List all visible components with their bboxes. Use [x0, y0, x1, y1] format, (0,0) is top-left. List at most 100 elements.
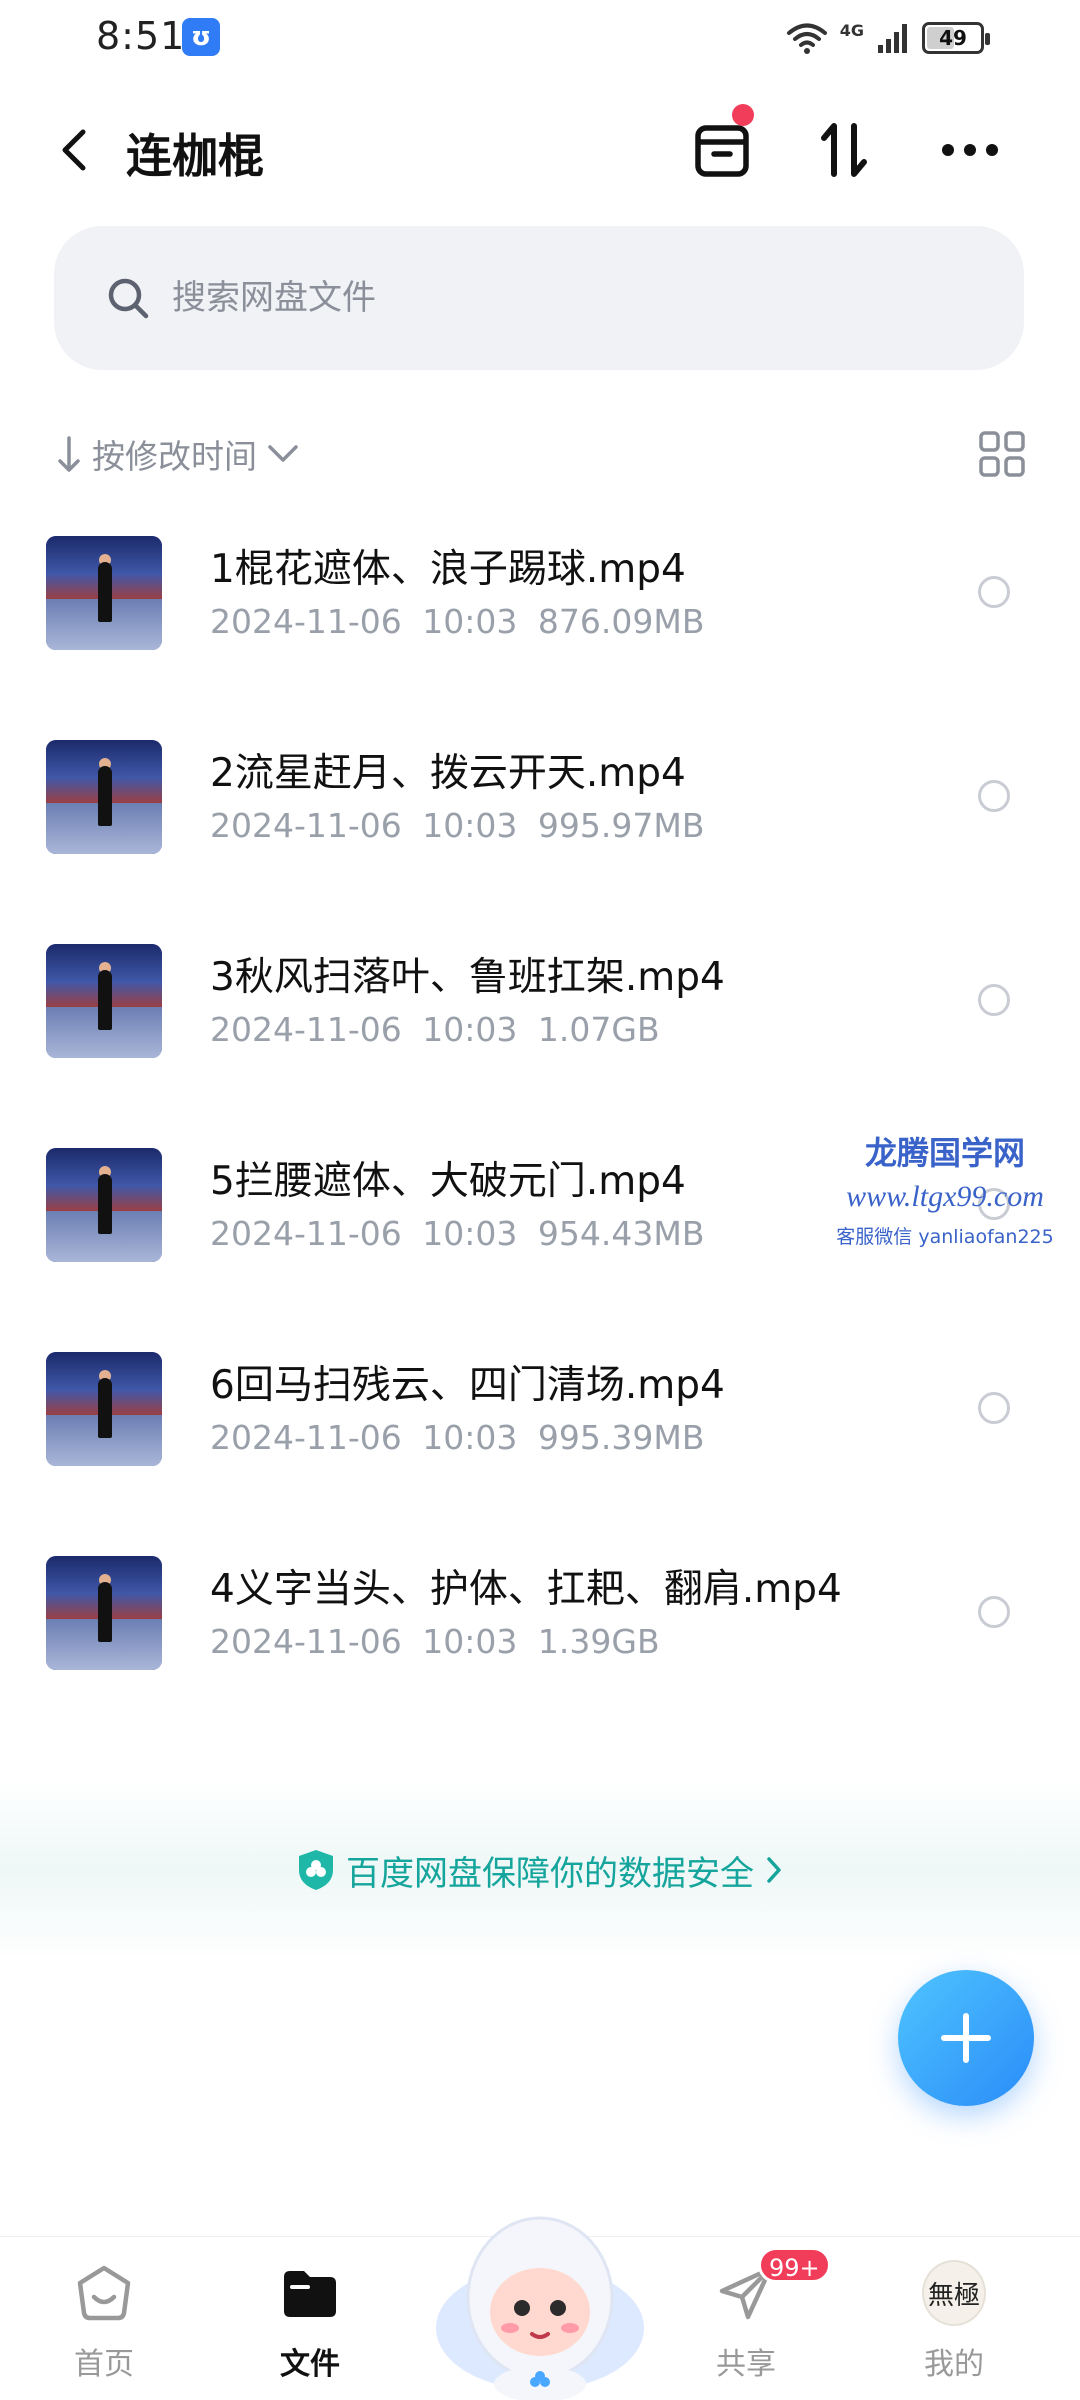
file-meta: 2024-11-06 10:03 1.39GB: [210, 1622, 660, 1661]
more-horizontal-icon: [942, 144, 998, 156]
file-size: 876.09MB: [537, 602, 705, 641]
sort-button[interactable]: 按修改时间: [56, 424, 299, 484]
file-size: 995.97MB: [537, 806, 705, 845]
file-item[interactable]: 3秋风扫落叶、鲁班扛架.mp4 2024-11-06 10:03 1.07GB: [0, 928, 1080, 1132]
file-item[interactable]: 4义字当头、护体、扛耙、翻肩.mp4 2024-11-06 10:03 1.39…: [0, 1540, 1080, 1744]
file-name: 5拦腰遮体、大破元门.mp4: [210, 1159, 686, 1204]
file-name: 3秋风扫落叶、鲁班扛架.mp4: [210, 955, 725, 1000]
shield-icon: [299, 1850, 333, 1890]
nav-mine-label: 我的: [924, 2347, 984, 2382]
video-thumbnail: [46, 536, 162, 650]
status-bar: 8:51 ʊ 4G 49: [0, 0, 1080, 80]
video-thumbnail: [46, 740, 162, 854]
file-size: 995.39MB: [537, 1418, 705, 1457]
chevron-right-icon: [767, 1857, 781, 1883]
select-checkbox[interactable]: [978, 576, 1010, 608]
search-bar[interactable]: [54, 226, 1024, 370]
home-icon: [72, 2261, 136, 2325]
sort-label: 按修改时间: [92, 437, 257, 476]
share-badge: 99+: [758, 2247, 831, 2283]
file-size: 1.07GB: [537, 1010, 660, 1049]
security-banner[interactable]: 百度网盘保障你的数据安全: [0, 1780, 1080, 1960]
avatar: 無極: [922, 2260, 986, 2326]
watermark: 龙腾国学网 www.ltgx99.com 客服微信 yanliaofan225: [820, 1128, 1070, 1249]
file-date: 2024-11-06: [210, 1622, 402, 1661]
file-time: 10:03: [422, 1010, 518, 1049]
file-time: 10:03: [422, 1214, 518, 1253]
watermark-contact: 客服微信 yanliaofan225: [836, 1226, 1054, 1248]
signal-icon: [878, 24, 907, 53]
folder-icon: [278, 2261, 342, 2325]
file-time: 10:03: [422, 602, 518, 641]
nav-mine[interactable]: 無極 我的: [894, 2260, 1014, 2383]
inbox-icon: [695, 125, 749, 177]
battery-icon: 49: [922, 22, 990, 54]
file-date: 2024-11-06: [210, 602, 402, 641]
file-name: 1棍花遮体、浪子踢球.mp4: [210, 547, 686, 592]
nav-share[interactable]: 99+ 共享: [686, 2247, 831, 2383]
app-notification-icon: ʊ: [182, 18, 220, 56]
file-meta: 2024-11-06 10:03 876.09MB: [210, 602, 704, 641]
file-meta: 2024-11-06 10:03 995.97MB: [210, 806, 704, 845]
file-time: 10:03: [422, 806, 518, 845]
file-time: 10:03: [422, 1622, 518, 1661]
chevron-left-icon: [62, 129, 86, 171]
grid-view-button[interactable]: [978, 430, 1026, 478]
select-checkbox[interactable]: [978, 984, 1010, 1016]
video-thumbnail: [46, 1148, 162, 1262]
nav-share-label: 共享: [716, 2347, 776, 2382]
nav-files[interactable]: 文件: [250, 2261, 370, 2383]
file-size: 1.39GB: [537, 1622, 660, 1661]
back-button[interactable]: [46, 122, 102, 178]
file-time: 10:03: [422, 1418, 518, 1457]
sort-toolbar: 按修改时间: [56, 424, 1026, 484]
sort-transfer-button[interactable]: [808, 114, 880, 186]
file-meta: 2024-11-06 10:03 995.39MB: [210, 1418, 704, 1457]
file-name: 2流星赶月、拨云开天.mp4: [210, 751, 686, 796]
page-title: 连枷棍: [126, 129, 264, 183]
file-size: 954.43MB: [537, 1214, 705, 1253]
file-date: 2024-11-06: [210, 806, 402, 845]
mascot-assistant-button[interactable]: [428, 2178, 652, 2400]
notification-dot: [732, 104, 754, 126]
watermark-url: www.ltgx99.com: [846, 1180, 1044, 1213]
select-checkbox[interactable]: [978, 1596, 1010, 1628]
arrow-down-icon: [58, 436, 80, 472]
nav-home[interactable]: 首页: [44, 2261, 164, 2383]
security-text: 百度网盘保障你的数据安全: [346, 1853, 754, 1894]
file-date: 2024-11-06: [210, 1010, 402, 1049]
select-checkbox[interactable]: [978, 1392, 1010, 1424]
watermark-title: 龙腾国学网: [864, 1134, 1025, 1172]
video-thumbnail: [46, 944, 162, 1058]
file-item[interactable]: 2流星赶月、拨云开天.mp4 2024-11-06 10:03 995.97MB: [0, 724, 1080, 928]
file-date: 2024-11-06: [210, 1418, 402, 1457]
plus-icon: [941, 2013, 991, 2063]
search-input[interactable]: [172, 278, 972, 318]
add-button[interactable]: [898, 1970, 1034, 2106]
grid-icon: [979, 431, 1025, 477]
file-item[interactable]: 1棍花遮体、浪子踢球.mp4 2024-11-06 10:03 876.09MB: [0, 520, 1080, 724]
video-thumbnail: [46, 1556, 162, 1670]
wifi-icon: [786, 23, 827, 54]
file-meta: 2024-11-06 10:03 1.07GB: [210, 1010, 660, 1049]
status-indicators: 4G 49: [786, 16, 990, 60]
network-type: 4G: [839, 20, 864, 40]
video-thumbnail: [46, 1352, 162, 1466]
nav-home-label: 首页: [74, 2347, 134, 2382]
select-checkbox[interactable]: [978, 780, 1010, 812]
mascot-icon: [436, 2216, 644, 2400]
search-icon: [106, 275, 152, 321]
file-name: 6回马扫残云、四门清场.mp4: [210, 1363, 725, 1408]
status-time: 8:51: [96, 14, 186, 58]
file-date: 2024-11-06: [210, 1214, 402, 1253]
file-meta: 2024-11-06 10:03 954.43MB: [210, 1214, 704, 1253]
chevron-down-icon: [268, 445, 298, 462]
header: 连枷棍: [0, 100, 1080, 200]
more-button[interactable]: [934, 114, 1006, 186]
paper-plane-icon: 99+: [714, 2247, 831, 2325]
file-item[interactable]: 6回马扫残云、四门清场.mp4 2024-11-06 10:03 995.39M…: [0, 1336, 1080, 1540]
transfer-box-button[interactable]: [686, 104, 758, 186]
swap-vertical-icon: [821, 123, 867, 177]
nav-files-label: 文件: [280, 2347, 340, 2382]
battery-percent: 49: [939, 26, 967, 50]
